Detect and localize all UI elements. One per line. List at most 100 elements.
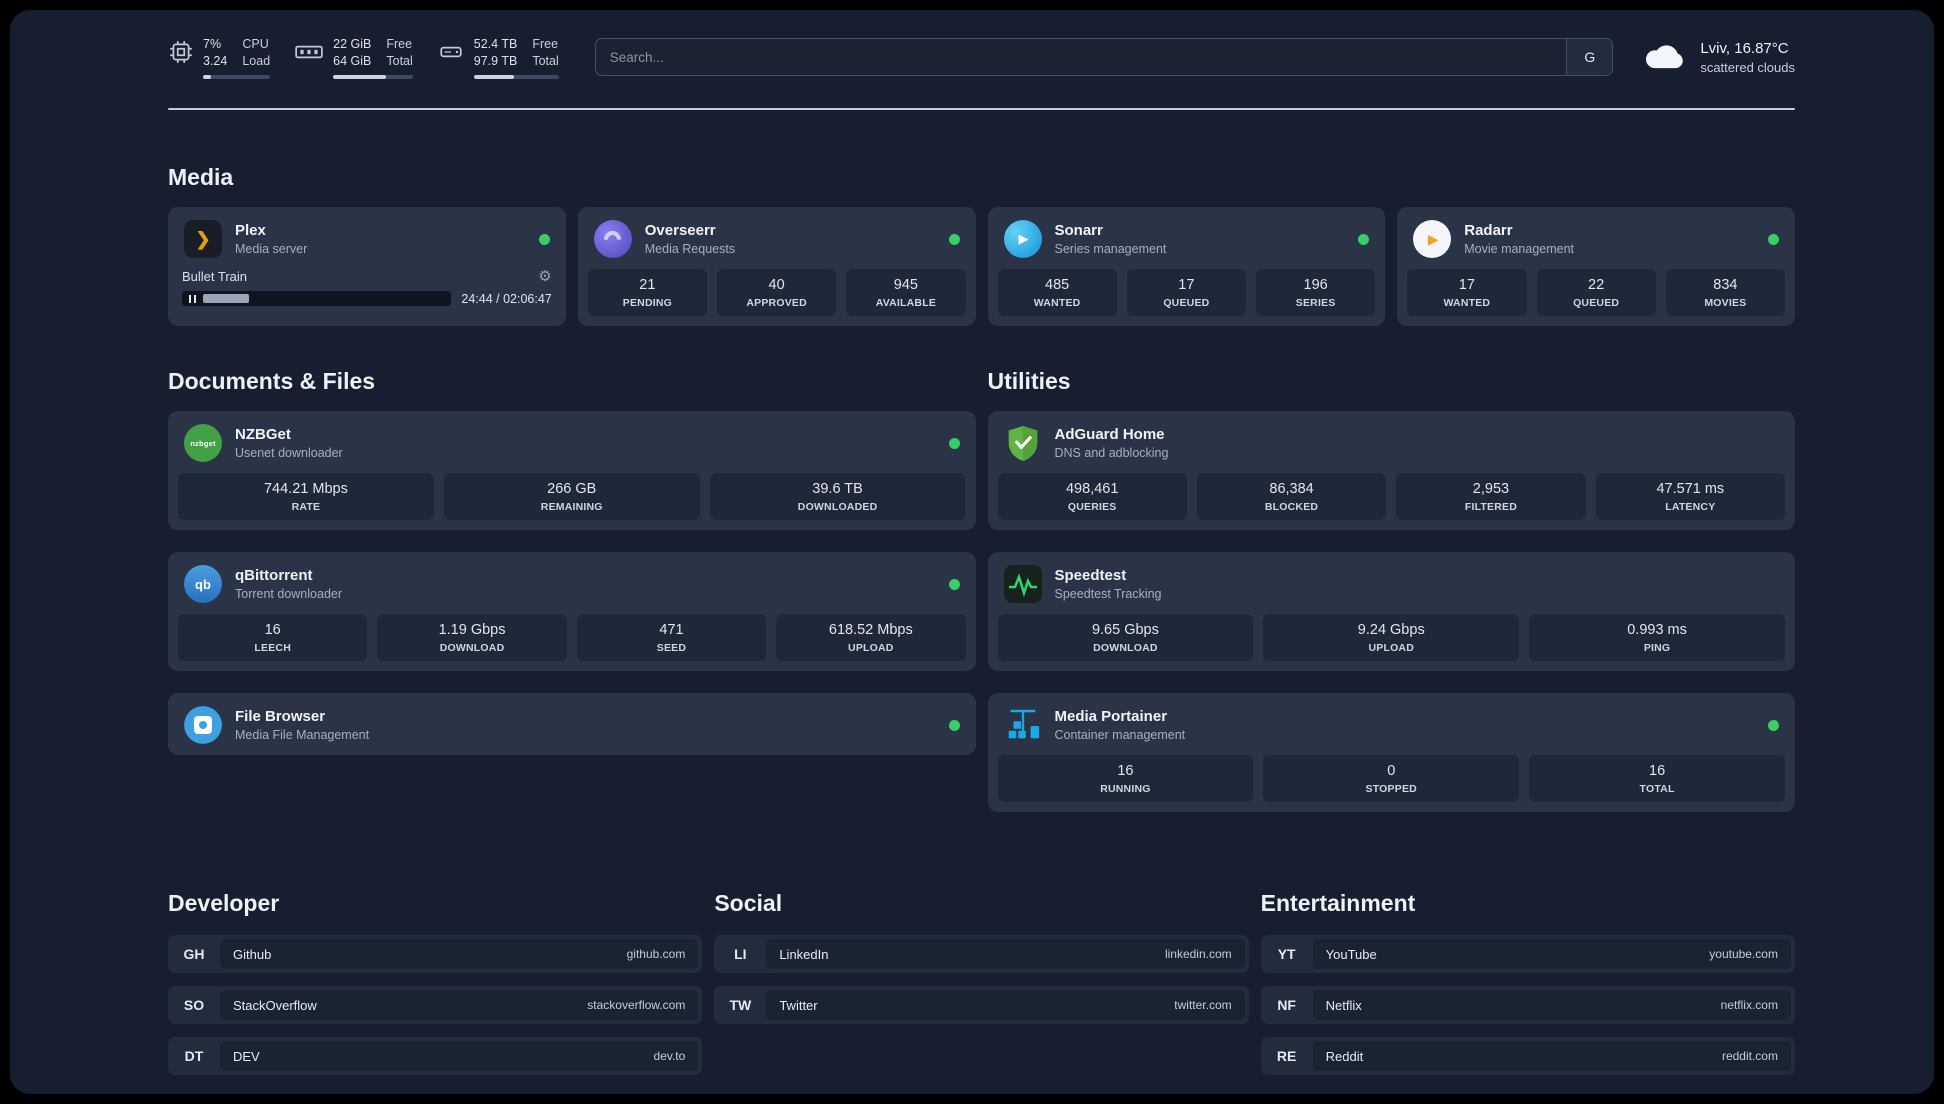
app-card-filebrowser[interactable]: File Browser Media File Management bbox=[168, 693, 976, 755]
app-name: File Browser bbox=[235, 708, 326, 725]
bookmark-youtube[interactable]: YT YouTube youtube.com bbox=[1260, 935, 1795, 973]
bookmark-dev[interactable]: DT DEV dev.to bbox=[168, 1037, 703, 1075]
app-name: AdGuard Home bbox=[1054, 426, 1165, 443]
section-title-entertainment: Entertainment bbox=[1260, 890, 1416, 916]
cpu-labels: CPU Load bbox=[242, 36, 271, 68]
app-card-portainer[interactable]: Media Portainer Container management 16 R… bbox=[987, 693, 1795, 812]
section-title-utilities: Utilities bbox=[987, 368, 1071, 394]
playback-time: 24:44 / 02:06:47 bbox=[461, 291, 552, 306]
portainer-icon bbox=[1004, 706, 1042, 744]
app-card-qbittorrent[interactable]: qb qBittorrent Torrent downloader 16 LEEC… bbox=[168, 552, 976, 671]
nzbget-icon: nzbget bbox=[184, 424, 222, 462]
ram-icon bbox=[294, 39, 324, 70]
section-title-media: Media bbox=[168, 164, 234, 190]
app-subtitle: Media Requests bbox=[644, 242, 736, 256]
app-subtitle: DNS and adblocking bbox=[1054, 446, 1169, 460]
stat-tile: 196 SERIES bbox=[1256, 269, 1376, 316]
stat-tile: 22 QUEUED bbox=[1536, 269, 1656, 316]
playback-progress-bar[interactable] bbox=[182, 291, 452, 306]
status-dot bbox=[948, 719, 960, 731]
disk-metric: 52.4 TB 97.9 TB Free Total bbox=[437, 36, 559, 79]
stat-tile: 618.52 Mbps UPLOAD bbox=[776, 614, 966, 661]
bookmark-twitter[interactable]: TW Twitter twitter.com bbox=[714, 986, 1249, 1024]
app-name: Media Portainer bbox=[1054, 708, 1168, 725]
stat-tile: 1.19 Gbps DOWNLOAD bbox=[377, 614, 567, 661]
app-card-speedtest[interactable]: Speedtest Speedtest Tracking 9.65 Gbps DO… bbox=[987, 552, 1795, 671]
app-card-nzbget[interactable]: nzbget NZBGet Usenet downloader 744.21 M… bbox=[168, 411, 976, 530]
stat-tile: 0 STOPPED bbox=[1263, 755, 1520, 802]
status-dot bbox=[948, 233, 960, 245]
stat-tile: 2,953 FILTERED bbox=[1396, 473, 1586, 520]
app-subtitle: Torrent downloader bbox=[235, 587, 343, 601]
cloud-icon bbox=[1641, 39, 1687, 76]
app-subtitle: Media server bbox=[235, 242, 308, 256]
stat-tile: 17 QUEUED bbox=[1126, 269, 1246, 316]
app-name: Radarr bbox=[1464, 222, 1513, 239]
status-dot bbox=[948, 437, 960, 449]
stat-tile: 485 WANTED bbox=[997, 269, 1117, 316]
status-dot bbox=[1768, 719, 1779, 731]
search-input[interactable] bbox=[595, 39, 1567, 75]
media-player-widget: Bullet Train ⚙ 24:44 / 02:06:47 bbox=[168, 269, 566, 319]
weather-condition: scattered clouds bbox=[1700, 59, 1795, 75]
plex-icon: ❯ bbox=[184, 220, 222, 258]
stat-tile: 744.21 Mbps RATE bbox=[178, 473, 434, 520]
search-engine-button[interactable]: G bbox=[1566, 39, 1613, 75]
stat-tile: 86,384 BLOCKED bbox=[1196, 473, 1387, 520]
ram-usage-bar bbox=[333, 74, 413, 79]
speedtest-icon bbox=[1003, 565, 1042, 603]
bookmark-netflix[interactable]: NF Netflix netflix.com bbox=[1260, 986, 1795, 1024]
sonarr-icon: ▶ bbox=[1003, 220, 1042, 258]
app-card-adguard[interactable]: AdGuard Home DNS and adblocking 498,461 Q… bbox=[987, 411, 1795, 530]
bookmark-linkedin[interactable]: LI LinkedIn linkedin.com bbox=[714, 935, 1249, 973]
disk-values: 52.4 TB 97.9 TB bbox=[473, 36, 518, 68]
ram-metric: 22 GiB 64 GiB Free Total bbox=[294, 36, 413, 79]
radarr-icon: ▶ bbox=[1413, 220, 1452, 258]
bookmark-reddit[interactable]: RE Reddit reddit.com bbox=[1260, 1037, 1795, 1075]
stat-tile: 40 APPROVED bbox=[717, 269, 837, 316]
settings-icon[interactable]: ⚙ bbox=[538, 269, 551, 284]
app-subtitle: Speedtest Tracking bbox=[1054, 587, 1162, 601]
ram-labels: Free Total bbox=[386, 36, 413, 68]
search-bar: G bbox=[594, 38, 1614, 76]
disk-icon bbox=[437, 39, 465, 70]
status-dot bbox=[948, 578, 960, 590]
app-name: Speedtest bbox=[1054, 567, 1127, 584]
bookmark-stackoverflow[interactable]: SO StackOverflow stackoverflow.com bbox=[168, 986, 703, 1024]
app-card-radarr[interactable]: ▶ Radarr Movie management 17 WANTED 22 QUE… bbox=[1397, 207, 1795, 326]
stat-tile: 834 MOVIES bbox=[1665, 269, 1785, 316]
stat-tile: 471 SEED bbox=[576, 614, 767, 661]
dashboard: 7% 3.24 CPU Load 22 GiB 64 GiB Free Tota… bbox=[10, 10, 1934, 1094]
app-card-overseerr[interactable]: Overseerr Media Requests 21 PENDING 40 APP… bbox=[577, 207, 976, 326]
app-subtitle: Media File Management bbox=[235, 728, 370, 742]
stat-tile: 9.65 Gbps DOWNLOAD bbox=[997, 614, 1254, 661]
status-dot bbox=[1768, 233, 1779, 245]
bookmark-github[interactable]: GH Github github.com bbox=[168, 935, 703, 973]
qbittorrent-icon: qb bbox=[184, 565, 222, 603]
cpu-icon bbox=[168, 39, 194, 70]
stat-tile: 17 WANTED bbox=[1407, 269, 1527, 316]
app-card-sonarr[interactable]: ▶ Sonarr Series management 485 WANTED 17 Q… bbox=[987, 207, 1386, 326]
app-card-plex[interactable]: ❯ Plex Media server Bullet Train ⚙ 24:44… bbox=[168, 207, 566, 326]
ram-values: 22 GiB 64 GiB bbox=[333, 36, 372, 68]
overseerr-icon bbox=[593, 220, 632, 258]
stat-tile: 39.6 TB DOWNLOADED bbox=[709, 473, 966, 520]
section-title-developer: Developer bbox=[168, 890, 280, 916]
pause-icon[interactable] bbox=[189, 294, 196, 303]
cpu-values: 7% 3.24 bbox=[203, 36, 228, 68]
divider bbox=[168, 108, 1795, 110]
weather-widget: Lviv, 16.87°C scattered clouds bbox=[1641, 39, 1795, 76]
stat-tile: 266 GB REMAINING bbox=[443, 473, 700, 520]
status-dot bbox=[1358, 233, 1370, 245]
app-name: Plex bbox=[235, 222, 266, 239]
section-title-documents: Documents & Files bbox=[168, 368, 376, 394]
stat-tile: 498,461 QUERIES bbox=[997, 473, 1187, 520]
cpu-metric: 7% 3.24 CPU Load bbox=[168, 36, 271, 79]
disk-labels: Free Total bbox=[532, 36, 559, 68]
stat-tile: 21 PENDING bbox=[587, 269, 707, 316]
app-name: Overseerr bbox=[644, 222, 716, 239]
app-subtitle: Usenet downloader bbox=[235, 446, 343, 460]
app-name: NZBGet bbox=[235, 426, 291, 443]
now-playing-title: Bullet Train bbox=[182, 269, 248, 284]
app-name: Sonarr bbox=[1054, 222, 1103, 239]
